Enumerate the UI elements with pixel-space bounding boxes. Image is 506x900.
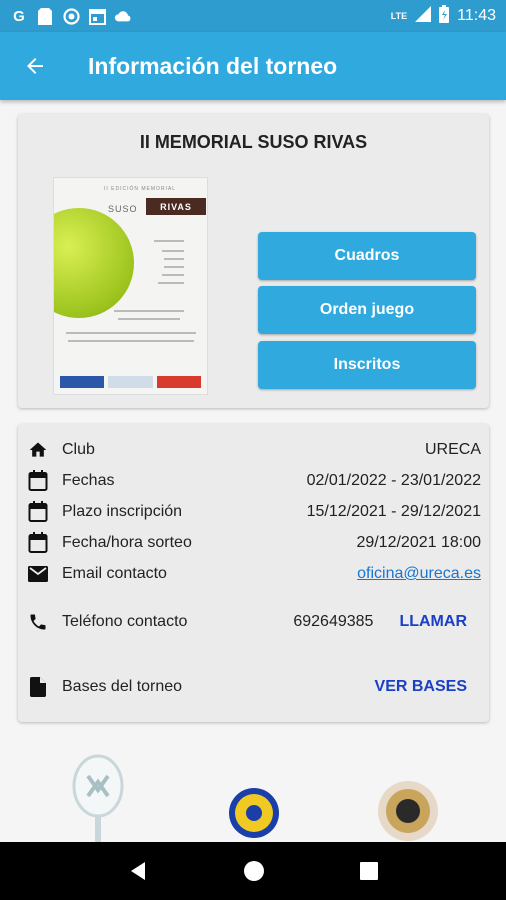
club-value: URECA xyxy=(424,441,481,458)
info-row-phone: Teléfono contacto 692649385 LLAMAR xyxy=(26,609,481,635)
phone-icon xyxy=(26,610,50,634)
string-reel-sponsor-logo xyxy=(378,781,438,841)
sim-card-icon xyxy=(36,7,54,25)
cloud-icon xyxy=(114,7,132,25)
network-type: LTE xyxy=(390,11,408,21)
circle-icon xyxy=(62,7,80,25)
info-row-club: Club URECA xyxy=(26,437,481,463)
calendar-icon xyxy=(26,531,50,555)
poster-text-line xyxy=(162,250,184,252)
page-title: Información del torneo xyxy=(88,52,338,79)
rules-label: Bases del torneo xyxy=(62,678,183,695)
info-row-rules: Bases del torneo VER BASES xyxy=(26,674,481,700)
tournament-info-card: Club URECA Fechas 02/01/2022 - 23/01/202… xyxy=(18,424,489,722)
registration-label: Plazo inscripción xyxy=(62,503,183,520)
home-icon xyxy=(26,438,50,462)
dates-label: Fechas xyxy=(62,472,115,489)
poster-text-line xyxy=(66,332,196,334)
google-icon: G xyxy=(13,7,25,25)
back-button[interactable] xyxy=(0,32,70,100)
calendar-icon xyxy=(26,500,50,524)
sponsor-logo xyxy=(108,376,153,388)
nav-back-icon[interactable] xyxy=(127,860,149,882)
info-row-email: Email contacto oficina@ureca.es xyxy=(26,561,481,587)
phone-value: 692649385 xyxy=(293,613,374,630)
poster-sponsor-logos xyxy=(60,376,201,388)
info-row-draw: Fecha/hora sorteo 29/12/2021 18:00 xyxy=(26,530,481,556)
tennis-ball-image xyxy=(54,208,134,318)
registered-players-button[interactable]: Inscritos xyxy=(258,341,476,389)
email-link[interactable]: oficina@ureca.es xyxy=(357,565,481,583)
poster-text-line xyxy=(158,282,184,284)
email-label: Email contacto xyxy=(62,565,167,582)
poster-text-line xyxy=(162,274,184,276)
draw-value: 29/12/2021 18:00 xyxy=(356,534,481,551)
poster-name-right: RIVAS xyxy=(146,198,206,215)
poster-text-line xyxy=(118,318,180,320)
tournament-name: II MEMORIAL SUSO RIVAS xyxy=(139,132,368,152)
battery-icon xyxy=(439,4,450,28)
draws-button[interactable]: Cuadros xyxy=(258,232,476,280)
registration-value: 15/12/2021 - 29/12/2021 xyxy=(306,503,481,520)
order-of-play-button[interactable]: Orden juego xyxy=(258,286,476,334)
calendar-icon xyxy=(26,469,50,493)
club-label: Club xyxy=(62,441,95,458)
poster-text-line xyxy=(68,340,194,342)
calendar-app-icon xyxy=(88,7,106,25)
sponsor-logo xyxy=(60,376,105,388)
racket-sponsor-logo xyxy=(72,754,124,844)
status-left-icons: G xyxy=(10,7,132,25)
view-rules-button[interactable]: VER BASES xyxy=(375,678,467,696)
phone-label: Teléfono contacto xyxy=(62,613,188,630)
signal-icon xyxy=(415,5,432,27)
sponsor-logos xyxy=(0,750,506,844)
draw-label: Fecha/hora sorteo xyxy=(62,534,192,551)
dates-value: 02/01/2022 - 23/01/2022 xyxy=(306,472,481,489)
poster-text-line xyxy=(164,258,184,260)
string-sponsor-logo xyxy=(229,788,279,838)
email-icon xyxy=(26,562,50,586)
info-row-dates: Fechas 02/01/2022 - 23/01/2022 xyxy=(26,468,481,494)
nav-recents-icon[interactable] xyxy=(359,861,379,881)
info-row-registration: Plazo inscripción 15/12/2021 - 29/12/202… xyxy=(26,499,481,525)
tournament-card: II MEMORIAL SUSO RIVAS II EDICIÓN MEMORI… xyxy=(18,114,489,408)
poster-text-line xyxy=(154,240,184,242)
call-button[interactable]: LLAMAR xyxy=(399,613,467,631)
poster-name-left: SUSO xyxy=(108,204,138,214)
clock: 11:43 xyxy=(457,7,496,24)
status-right: LTE 11:43 xyxy=(390,4,496,28)
arrow-back-icon xyxy=(27,58,43,74)
status-bar: G LTE 11:43 xyxy=(0,0,506,32)
tournament-poster[interactable]: II EDICIÓN MEMORIAL SUSO RIVAS xyxy=(53,177,208,395)
nav-home-icon[interactable] xyxy=(243,860,265,882)
system-nav-bar xyxy=(0,842,506,900)
app-bar: Información del torneo xyxy=(0,32,506,100)
sponsor-logo xyxy=(156,376,201,388)
poster-text-line xyxy=(114,310,184,312)
document-icon xyxy=(26,675,50,699)
poster-text-line xyxy=(164,266,184,268)
poster-edition: II EDICIÓN MEMORIAL xyxy=(104,186,177,192)
